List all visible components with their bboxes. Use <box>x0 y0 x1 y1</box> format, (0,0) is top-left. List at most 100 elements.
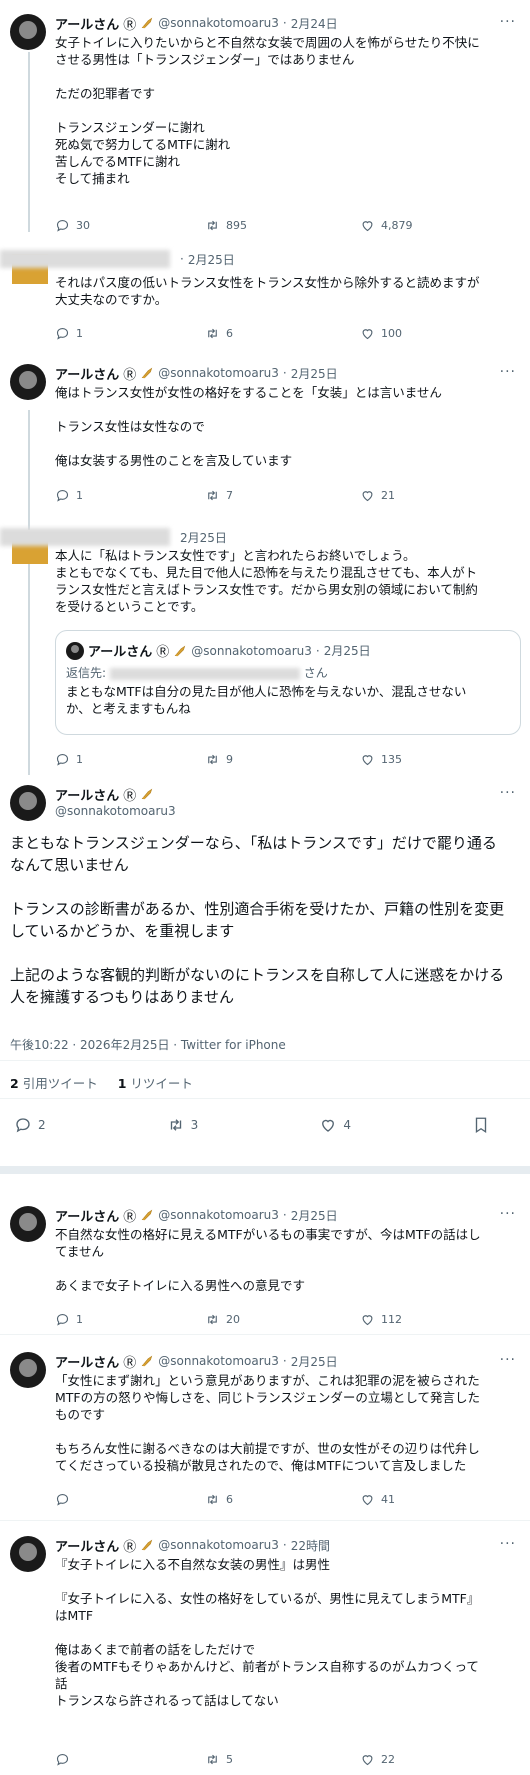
avatar[interactable] <box>10 785 46 821</box>
author-handle[interactable]: @sonnakotomoaru3 <box>158 1538 279 1552</box>
tweet-date[interactable]: 2月25日 <box>291 365 338 382</box>
author-name[interactable]: アールさん <box>55 785 119 804</box>
author-name[interactable]: アールさん <box>55 1206 119 1225</box>
like-button[interactable]: 112 <box>360 1312 480 1327</box>
author-handle[interactable]: @sonnakotomoaru3 <box>55 804 176 818</box>
like-button[interactable]: 4 <box>319 1116 351 1134</box>
main-tweet-actions: 2 3 4 <box>14 1116 490 1134</box>
avatar[interactable] <box>10 1206 46 1242</box>
reply-icon <box>55 218 70 233</box>
retweets-link[interactable]: 1 リツイート <box>118 1073 193 1092</box>
avatar[interactable] <box>10 14 46 50</box>
like-button[interactable]: 135 <box>360 752 480 767</box>
reply-button[interactable]: 1 <box>55 488 205 503</box>
bookmark-button[interactable] <box>472 1116 490 1134</box>
tweet-date[interactable]: 2月25日 <box>180 529 227 546</box>
tweet-date[interactable]: 2月25日 <box>188 251 235 268</box>
avatar <box>66 641 84 660</box>
tweet-date[interactable]: 2月24日 <box>291 15 338 32</box>
retweet-icon <box>205 488 220 503</box>
tweet-meta[interactable]: 午後10:22 · 2026年2月25日 · Twitter for iPhon… <box>10 1036 286 1053</box>
tweet-actions: 30 895 4,879 <box>55 216 510 234</box>
divider <box>0 1098 530 1099</box>
tweet-1[interactable]: アールさん Ⓡ @sonnakotomoaru3 · 2月24日 ··· 女子ト… <box>0 0 530 232</box>
heart-icon <box>360 326 375 341</box>
retweet-button[interactable]: 6 <box>205 326 360 341</box>
retweet-button[interactable]: 7 <box>205 488 360 503</box>
more-icon[interactable]: ··· <box>500 785 516 801</box>
quoted-tweet[interactable]: アールさん Ⓡ @sonnakotomoaru3 · 2月25日 返信先: さん… <box>55 630 521 735</box>
author-handle[interactable]: @sonnakotomoaru3 <box>158 1208 279 1222</box>
main-tweet: アールさん Ⓡ @sonnakotomoaru3 ··· まともなトランスジェン… <box>0 780 530 1160</box>
author-name[interactable]: アールさん <box>55 364 119 383</box>
reply-button[interactable]: 2 <box>14 1116 46 1134</box>
retweet-icon <box>167 1116 185 1134</box>
registered-badge: Ⓡ <box>123 1355 137 1371</box>
more-icon[interactable]: ··· <box>500 1536 516 1552</box>
tweet-3[interactable]: アールさん Ⓡ @sonnakotomoaru3 · 2月25日 ··· 俺はト… <box>0 358 530 518</box>
tweet-4[interactable]: 2月25日 本人に「私はトランス女性です」と言われたらお終いでしょう。 まともで… <box>0 520 530 780</box>
more-icon[interactable]: ··· <box>500 1206 516 1222</box>
like-count: 41 <box>381 1492 395 1506</box>
reply-tweet-3[interactable]: アールさん Ⓡ @sonnakotomoaru3 · 22時間 ··· 『女子ト… <box>0 1526 530 1771</box>
tweet-text: 女子トイレに入りたいからと不自然な女装で周囲の人を怖がらせたり不快に させる男性… <box>55 35 480 186</box>
like-button[interactable]: 4,879 <box>360 218 480 233</box>
tweet-text: 俺はトランス女性が女性の格好をすることを「女装」とは言いません トランス女性は女… <box>55 385 442 468</box>
tweet-text: まともなトランスジェンダーなら、「私はトランスです」だけで罷り通る なんて思いま… <box>10 834 505 1006</box>
retweet-count: 7 <box>226 488 233 502</box>
reply-count: 1 <box>76 752 83 766</box>
more-icon[interactable]: ··· <box>500 14 516 30</box>
avatar[interactable] <box>10 364 46 400</box>
reply-button[interactable]: 1 <box>55 326 205 341</box>
separator: · <box>315 643 320 658</box>
like-button[interactable]: 21 <box>360 488 480 503</box>
like-button[interactable]: 41 <box>360 1492 480 1507</box>
tweet-header: アールさん Ⓡ @sonnakotomoaru3 · 22時間 <box>55 1536 330 1555</box>
like-count: 112 <box>381 1312 402 1326</box>
reply-button[interactable] <box>55 1492 205 1507</box>
tweet-date[interactable]: 22時間 <box>291 1537 330 1554</box>
retweet-button[interactable]: 5 <box>205 1752 360 1767</box>
retweet-button[interactable]: 6 <box>205 1492 360 1507</box>
tweet-text: 「女性にまず謝れ」という意見がありますが、これは犯罪の泥を被らされた MTFの方… <box>55 1373 480 1473</box>
quote-text: まともなMTFは自分の見た目が他人に恐怖を与えないか、混乱させない か、と考えま… <box>66 684 467 716</box>
like-count: 135 <box>381 752 402 766</box>
retweet-icon <box>205 1492 220 1507</box>
author-name[interactable]: アールさん <box>55 1352 119 1371</box>
tweet-date[interactable]: 2月25日 <box>291 1353 338 1370</box>
separator: · <box>282 366 287 380</box>
retweet-button[interactable]: 9 <box>205 752 360 767</box>
reply-count: 30 <box>76 218 90 232</box>
reply-button[interactable]: 1 <box>55 1312 205 1327</box>
like-count: 4,879 <box>381 218 413 232</box>
reply-count: 1 <box>76 488 83 502</box>
reply-count: 1 <box>76 1312 83 1326</box>
more-icon[interactable]: ··· <box>500 1352 516 1368</box>
author-name[interactable]: アールさん <box>55 14 119 33</box>
tweet-header: アールさん Ⓡ @sonnakotomoaru3 · 2月25日 <box>55 1352 338 1371</box>
like-button[interactable]: 22 <box>360 1752 480 1767</box>
retweet-count: 1 <box>117 1076 127 1091</box>
quote-tweets-link[interactable]: 2 引用ツイート <box>10 1073 98 1092</box>
reply-button[interactable]: 1 <box>55 752 205 767</box>
like-button[interactable]: 100 <box>360 326 480 341</box>
author-handle[interactable]: @sonnakotomoaru3 <box>158 16 279 30</box>
reply-tweet-2[interactable]: アールさん Ⓡ @sonnakotomoaru3 · 2月25日 ··· 「女性… <box>0 1342 530 1512</box>
reply-button[interactable]: 30 <box>55 218 205 233</box>
tweet-date[interactable]: 2月25日 <box>291 1207 338 1224</box>
tweet-2[interactable]: · 2月25日 それはパス度の低いトランス女性をトランス女性から除外すると読めま… <box>0 240 530 350</box>
tweet-header: アールさん Ⓡ <box>55 785 154 804</box>
author-handle[interactable]: @sonnakotomoaru3 <box>158 366 279 380</box>
reply-tweet-1[interactable]: アールさん Ⓡ @sonnakotomoaru3 · 2月25日 ··· 不自然… <box>0 1196 530 1326</box>
more-icon[interactable]: ··· <box>500 364 516 380</box>
reply-button[interactable] <box>55 1752 205 1767</box>
retweet-button[interactable]: 895 <box>205 218 360 233</box>
author-handle[interactable]: @sonnakotomoaru3 <box>158 1354 279 1368</box>
avatar[interactable] <box>10 1352 46 1388</box>
tweet-actions: 1 9 135 <box>55 750 510 768</box>
retweet-button[interactable]: 20 <box>205 1312 360 1327</box>
avatar[interactable] <box>10 1536 46 1572</box>
retweet-button[interactable]: 3 <box>167 1116 198 1134</box>
author-name[interactable]: アールさん <box>55 1536 119 1555</box>
reply-icon <box>14 1116 32 1134</box>
